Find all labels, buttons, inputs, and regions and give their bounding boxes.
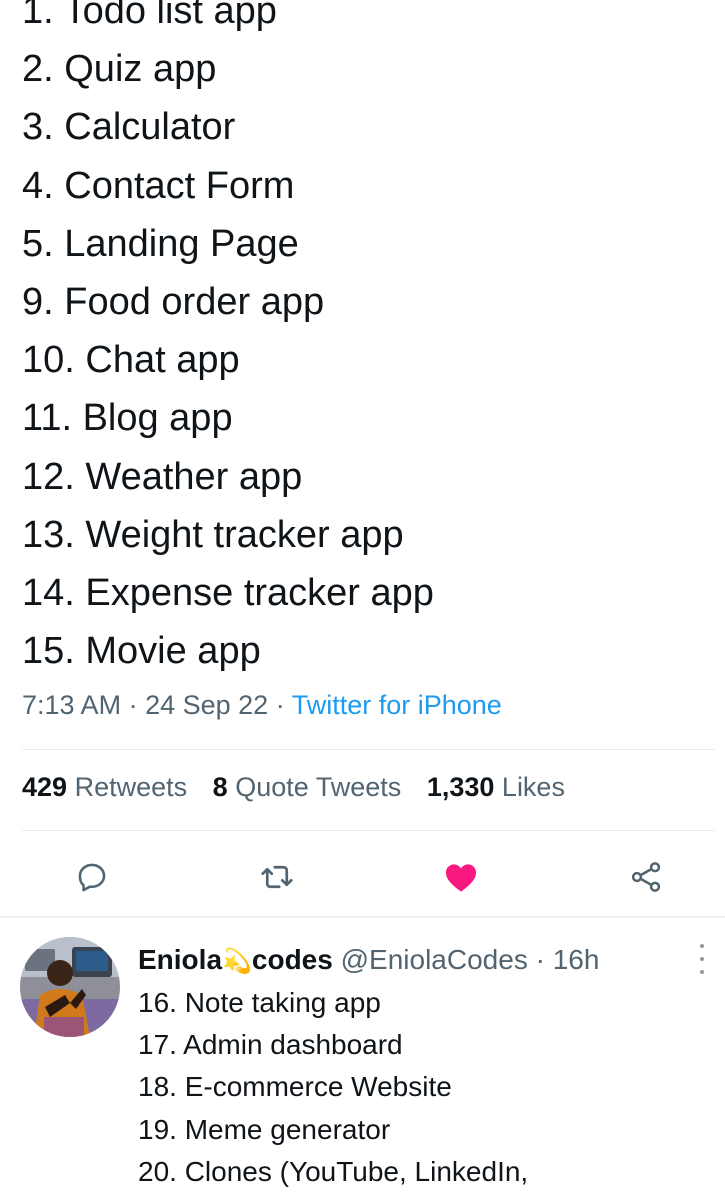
author-name-part: codes bbox=[251, 944, 333, 975]
tweet-line: 10. Chat app bbox=[22, 339, 240, 382]
likes-count: 1,330 bbox=[426, 772, 495, 802]
tweet-line: 12. Weather app bbox=[22, 455, 303, 498]
retweet-button[interactable] bbox=[252, 852, 302, 902]
reply-line: 18. E-commerce Website bbox=[138, 1071, 452, 1103]
reply-line: 20. Clones (YouTube, LinkedIn, bbox=[138, 1155, 529, 1187]
avatar[interactable] bbox=[20, 937, 120, 1037]
tweet-line: 11. Blog app bbox=[22, 397, 233, 440]
divider bbox=[22, 830, 715, 831]
avatar-photo bbox=[20, 937, 120, 1037]
reply-time: 16h bbox=[552, 944, 600, 975]
tweet-text: 1. Todo list app 2. Quiz app 3. Calculat… bbox=[22, 0, 712, 680]
meta-separator: · bbox=[535, 944, 545, 975]
tweet-line: 4. Contact Form bbox=[22, 164, 295, 207]
tweet-line: 13. Weight tracker app bbox=[22, 513, 404, 556]
tweet-meta: 7:13 AM · 24 Sep 22 · Twitter for iPhone bbox=[22, 690, 502, 721]
share-button[interactable] bbox=[621, 852, 671, 902]
tweet-line: 1. Todo list app bbox=[22, 0, 277, 32]
author-name-part: Eniola bbox=[138, 944, 223, 975]
retweet-icon bbox=[261, 865, 293, 889]
like-button[interactable] bbox=[436, 852, 486, 902]
quote-tweets-stat[interactable]: 8 Quote Tweets bbox=[213, 772, 402, 802]
more-options-icon[interactable] bbox=[694, 944, 710, 974]
divider bbox=[22, 749, 715, 750]
tweet-line: 15. Movie app bbox=[22, 630, 261, 673]
quote-tweets-label: Quote Tweets bbox=[235, 772, 402, 802]
tweet-date[interactable]: 24 Sep 22 bbox=[145, 690, 268, 720]
retweets-count: 429 bbox=[22, 772, 68, 802]
tweet-line: 9. Food order app bbox=[22, 280, 325, 323]
section-separator bbox=[0, 916, 725, 918]
retweets-label: Retweets bbox=[74, 772, 188, 802]
tweet-line: 3. Calculator bbox=[22, 106, 236, 149]
reply-author-row[interactable]: Eniola💫codes @EniolaCodes · 16h bbox=[138, 944, 599, 976]
tweet-line: 5. Landing Page bbox=[22, 222, 299, 265]
engagement-stats: 429 Retweets 8 Quote Tweets 1,330 Likes bbox=[22, 772, 583, 803]
dizzy-emoji-icon: 💫 bbox=[222, 948, 252, 975]
meta-separator: · bbox=[275, 690, 285, 720]
tweet-time[interactable]: 7:13 AM bbox=[22, 690, 121, 720]
reply-button[interactable] bbox=[67, 852, 117, 902]
author-handle: @EniolaCodes bbox=[340, 944, 528, 975]
likes-stat[interactable]: 1,330 Likes bbox=[427, 772, 565, 802]
tweet-source-link[interactable]: Twitter for iPhone bbox=[292, 690, 502, 720]
reply-line: 19. Meme generator bbox=[138, 1113, 391, 1145]
reply-line: 17. Admin dashboard bbox=[138, 1029, 403, 1061]
tweet-line: 2. Quiz app bbox=[22, 48, 217, 91]
likes-label: Likes bbox=[501, 772, 565, 802]
reply-icon bbox=[78, 863, 106, 892]
quote-tweets-count: 8 bbox=[212, 772, 228, 802]
reply-line: 16. Note taking app bbox=[138, 987, 381, 1018]
tweet-line: 14. Expense tracker app bbox=[22, 571, 434, 614]
meta-separator: · bbox=[128, 690, 138, 720]
heart-icon bbox=[445, 864, 477, 892]
reply-text: 16. Note taking app 17. Admin dashboard … bbox=[138, 982, 528, 1193]
share-icon bbox=[631, 862, 661, 892]
retweets-stat[interactable]: 429 Retweets bbox=[22, 772, 187, 802]
